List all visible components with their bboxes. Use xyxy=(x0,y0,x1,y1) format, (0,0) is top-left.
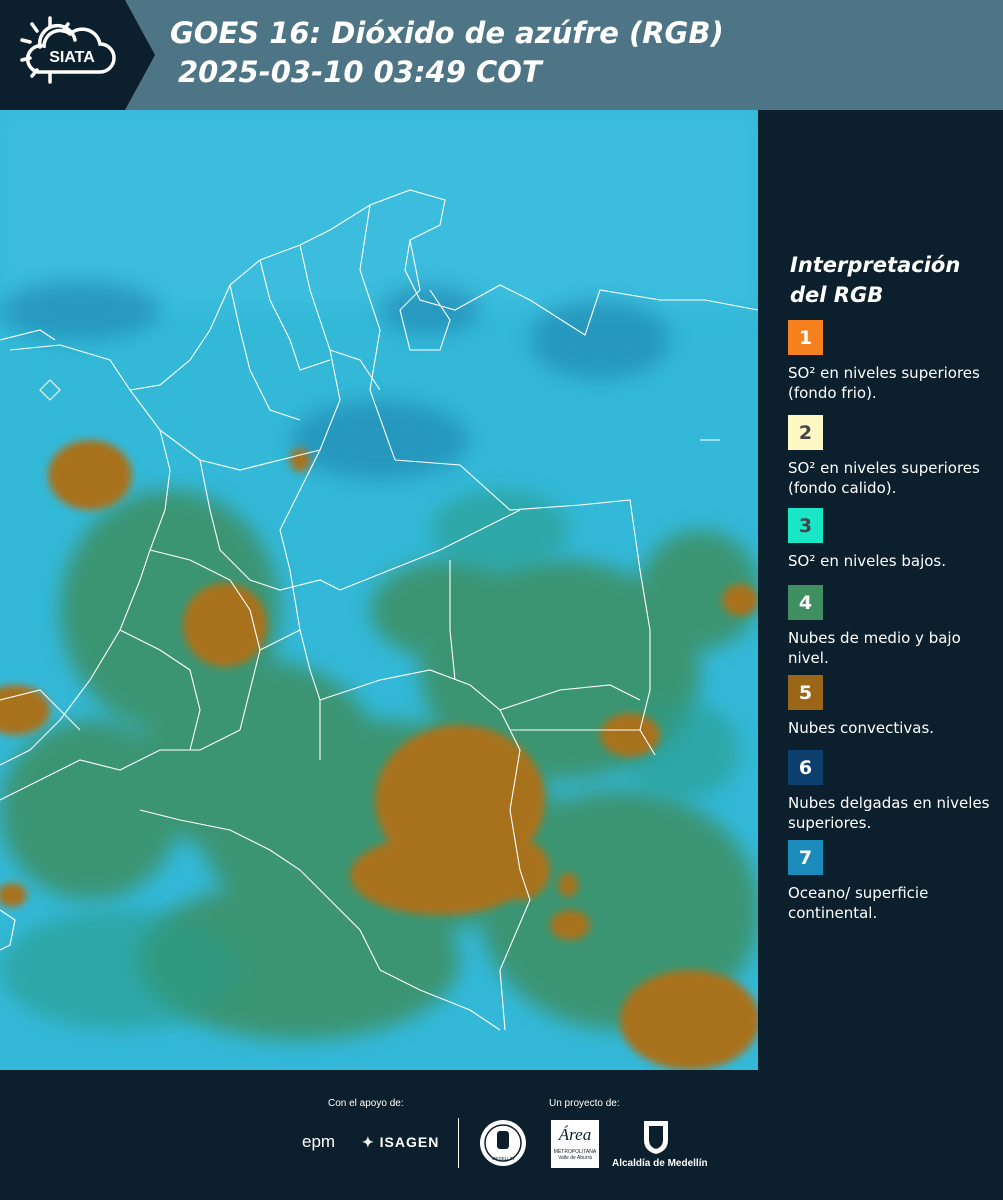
header-bar: SIATA GOES 16: Dióxido de azúfre (RGB) 2… xyxy=(0,0,1003,110)
legend-swatch: 1 xyxy=(788,320,823,355)
rgb-legend-panel: Interpretación del RGB 1 SO² en niveles s… xyxy=(758,110,1003,1070)
epm-logo: epm xyxy=(302,1132,336,1151)
rgb-satellite-image xyxy=(0,110,758,1070)
legend-swatch: 7 xyxy=(788,840,823,875)
alcaldia-text: Alcaldía de Medellín xyxy=(612,1158,708,1169)
legend-label: Nubes delgadas en niveles superiores. xyxy=(788,794,990,832)
legend-item-2: 2 SO² en niveles superiores (fondo calido… xyxy=(788,415,993,498)
seal-text: MEDELLÍN xyxy=(492,1155,515,1161)
legend-item-3: 3 SO² en niveles bajos. xyxy=(788,508,993,571)
legend-label: SO² en niveles bajos. xyxy=(788,552,947,570)
legend-title: Interpretación del RGB xyxy=(790,250,990,310)
medellin-seal-icon: MEDELLÍN xyxy=(480,1120,526,1166)
isagen-text: ISAGEN xyxy=(379,1134,440,1150)
siata-logo: SIATA xyxy=(0,0,155,110)
footer-separator xyxy=(458,1118,459,1168)
map-timestamp: 2025-03-10 03:49 COT xyxy=(178,55,542,89)
legend-label: Oceano/ superficie continental. xyxy=(788,884,929,922)
legend-label: SO² en niveles superiores (fondo frio). xyxy=(788,364,980,402)
legend-swatch: 6 xyxy=(788,750,823,785)
legend-item-5: 5 Nubes convectivas. xyxy=(788,675,993,738)
support-label: Con el apoyo de: xyxy=(328,1098,404,1109)
legend-title-line2: del RGB xyxy=(790,283,884,307)
isagen-star-icon: ✦ xyxy=(362,1134,375,1150)
satellite-map[interactable] xyxy=(0,110,758,1070)
legend-item-7: 7 Oceano/ superficie continental. xyxy=(788,840,993,923)
map-title: GOES 16: Dióxido de azúfre (RGB) xyxy=(170,16,724,50)
legend-item-1: 1 SO² en niveles superiores (fondo frio). xyxy=(788,320,993,403)
legend-label: SO² en niveles superiores (fondo calido)… xyxy=(788,459,980,497)
legend-label: Nubes convectivas. xyxy=(788,719,935,737)
alcaldia-shield-icon xyxy=(644,1121,668,1154)
legend-title-line1: Interpretación xyxy=(790,253,961,277)
legend-swatch: 3 xyxy=(788,508,823,543)
legend-item-4: 4 Nubes de medio y bajo nivel. xyxy=(788,585,993,668)
isagen-logo: ✦ ISAGEN xyxy=(362,1134,439,1151)
legend-label: Nubes de medio y bajo nivel. xyxy=(788,629,961,667)
legend-swatch: 5 xyxy=(788,675,823,710)
area-main-text: Área xyxy=(558,1125,592,1144)
legend-item-6: 6 Nubes delgadas en niveles superiores. xyxy=(788,750,993,833)
area-metropolitana-logo: Área METROPOLITANA Valle de Aburrá xyxy=(551,1120,599,1168)
logo-text: SIATA xyxy=(49,49,95,66)
legend-swatch: 2 xyxy=(788,415,823,450)
legend-swatch: 4 xyxy=(788,585,823,620)
footer: Con el apoyo de: Un proyecto de: epm ✦ I… xyxy=(0,1070,1003,1200)
project-label: Un proyecto de: xyxy=(549,1098,620,1109)
area-sub-text-2: Valle de Aburrá xyxy=(558,1155,592,1161)
